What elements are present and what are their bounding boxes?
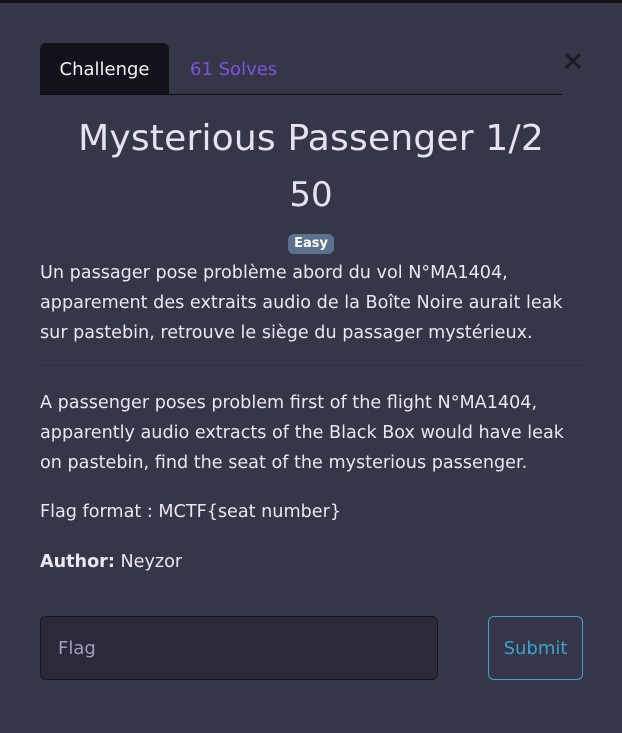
flag-format-text: Flag format : MCTF{seat number}: [40, 502, 342, 522]
challenge-modal: { "tabs": { "challenge_label": "Challeng…: [0, 0, 622, 733]
tab-solves[interactable]: 61 Solves: [190, 43, 277, 94]
difficulty-badge-container: Easy: [0, 232, 622, 254]
difficulty-badge: Easy: [288, 234, 334, 254]
author-label: Author:: [40, 552, 115, 572]
description-divider: [40, 365, 584, 366]
top-border: [0, 0, 622, 3]
close-icon[interactable]: [561, 48, 585, 74]
submit-button[interactable]: Submit: [488, 616, 583, 680]
tab-challenge[interactable]: Challenge: [40, 43, 169, 94]
challenge-title: Mysterious Passenger 1/2: [78, 118, 544, 159]
author-name: Neyzor: [120, 552, 183, 572]
description-french: Un passager pose problème abord du vol N…: [40, 263, 563, 343]
challenge-points: 50: [289, 175, 333, 215]
flag-input[interactable]: [40, 616, 438, 680]
tab-bar: Challenge 61 Solves: [40, 43, 562, 95]
author-line: Author: Neyzor: [40, 547, 182, 577]
description-english: A passenger poses problem first of the f…: [40, 393, 564, 473]
